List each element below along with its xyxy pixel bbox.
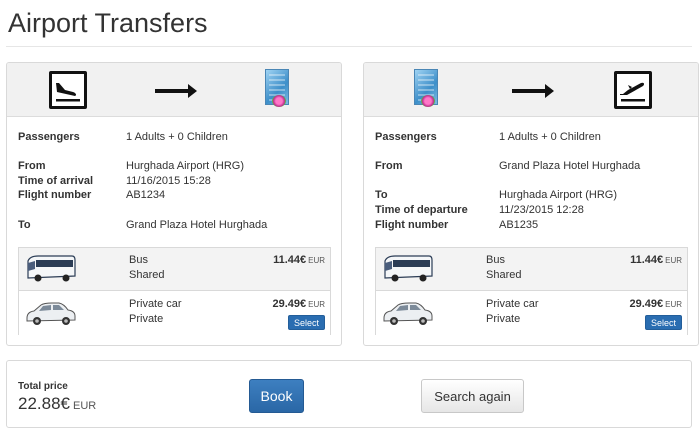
- vehicle-option-bus[interactable]: Bus Shared 11.44€ EUR: [19, 248, 330, 291]
- outbound-transfer-card: Passengers 1 Adults + 0 Children From Hu…: [6, 62, 342, 346]
- from-label: From: [18, 160, 46, 172]
- book-button[interactable]: Book: [249, 379, 304, 413]
- price-amount: 11.44€: [630, 254, 664, 266]
- page-title: Airport Transfers: [8, 8, 208, 38]
- plane-departure-icon: [614, 71, 652, 109]
- arrival-time-value: 11/16/2015 15:28: [126, 175, 211, 187]
- passengers-value: 1 Adults + 0 Children: [499, 131, 601, 143]
- passengers-value: 1 Adults + 0 Children: [126, 131, 228, 143]
- from-value: Hurghada Airport (HRG): [126, 160, 244, 172]
- select-button[interactable]: Select: [644, 315, 682, 330]
- to-label: To: [18, 219, 31, 231]
- to-value: Hurghada Airport (HRG): [499, 189, 617, 201]
- price-amount: 11.44€: [273, 254, 307, 266]
- from-value: Grand Plaza Hotel Hurghada: [499, 160, 641, 172]
- select-button[interactable]: Select: [287, 315, 325, 330]
- total-amount: 22.88€: [18, 394, 70, 413]
- flight-number-label: Flight number: [375, 219, 449, 231]
- vehicle-option-bus[interactable]: Bus Shared 11.44€ EUR: [376, 248, 687, 291]
- arrival-time-label: Time of arrival: [18, 175, 93, 187]
- passengers-label: Passengers: [18, 131, 80, 143]
- total-currency: EUR: [73, 400, 97, 412]
- option-price: 29.49€ EUR: [629, 298, 682, 310]
- arrow-right-icon: [512, 84, 554, 98]
- option-type: Shared: [129, 269, 165, 281]
- title-divider: [6, 46, 692, 47]
- flight-number-label: Flight number: [18, 189, 92, 201]
- car-icon: [383, 302, 433, 325]
- search-again-button[interactable]: Search again: [421, 379, 524, 413]
- total-price-value: 22.88€ EUR: [18, 394, 96, 414]
- option-price: 11.44€ EUR: [630, 254, 682, 266]
- price-currency: EUR: [308, 256, 325, 265]
- option-type: Shared: [486, 269, 522, 281]
- vehicle-options: Bus Shared 11.44€ EUR Private car Private…: [375, 247, 688, 335]
- price-currency: EUR: [665, 256, 682, 265]
- flight-number-value: AB1234: [126, 189, 166, 201]
- departure-time-label: Time of departure: [375, 204, 468, 216]
- price-amount: 29.49€: [272, 298, 307, 310]
- price-currency: EUR: [308, 300, 325, 309]
- hotel-icon: [412, 69, 440, 109]
- option-type: Private: [486, 313, 521, 325]
- option-name: Bus: [129, 254, 148, 266]
- arrow-right-icon: [155, 84, 197, 98]
- to-value: Grand Plaza Hotel Hurghada: [126, 219, 268, 231]
- total-price-panel: Total price 22.88€ EUR Book Search again: [6, 360, 692, 428]
- car-icon: [26, 302, 76, 325]
- outbound-details: Passengers 1 Adults + 0 Children From Hu…: [18, 131, 333, 241]
- route-icons-header: [7, 63, 341, 117]
- option-price: 11.44€ EUR: [273, 254, 325, 266]
- flight-number-value: AB1235: [499, 219, 539, 231]
- passengers-label: Passengers: [375, 131, 437, 143]
- to-label: To: [375, 189, 388, 201]
- plane-landing-icon: [49, 71, 87, 109]
- vehicle-options: Bus Shared 11.44€ EUR Private car Private…: [18, 247, 331, 335]
- departure-time-value: 11/23/2015 12:28: [499, 204, 584, 216]
- return-details: Passengers 1 Adults + 0 Children From Gr…: [375, 131, 690, 241]
- route-icons-header: [364, 63, 698, 117]
- option-type: Private: [129, 313, 164, 325]
- bus-icon: [384, 255, 433, 282]
- vehicle-option-private-car[interactable]: Private car Private 29.49€ EUR Select: [376, 292, 687, 335]
- option-name: Private car: [486, 298, 539, 310]
- return-transfer-card: Passengers 1 Adults + 0 Children From Gr…: [363, 62, 699, 346]
- option-name: Private car: [129, 298, 182, 310]
- bus-icon: [27, 255, 76, 282]
- option-price: 29.49€ EUR: [272, 298, 325, 310]
- hotel-icon: [263, 69, 291, 109]
- vehicle-option-private-car[interactable]: Private car Private 29.49€ EUR Select: [19, 292, 330, 335]
- total-price-label: Total price: [18, 381, 68, 392]
- price-amount: 29.49€: [629, 298, 664, 310]
- price-currency: EUR: [665, 300, 682, 309]
- option-name: Bus: [486, 254, 505, 266]
- from-label: From: [375, 160, 403, 172]
